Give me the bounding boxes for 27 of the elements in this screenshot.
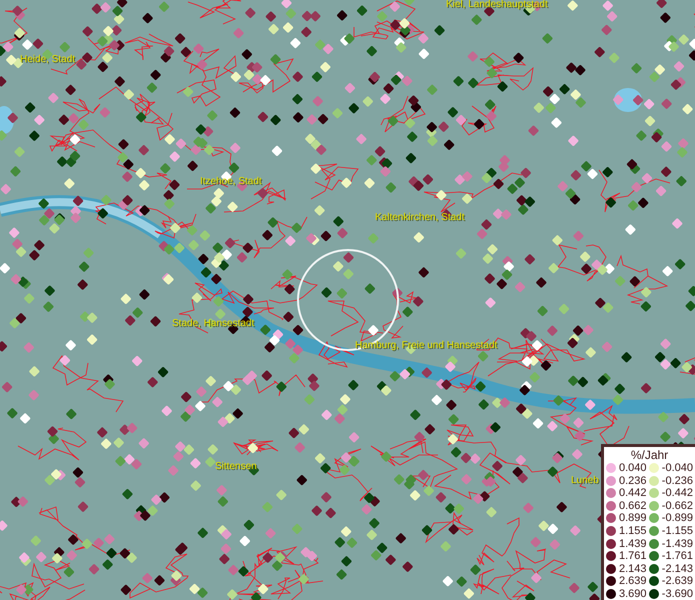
legend-value: -1.439: [662, 538, 693, 550]
legend-value: -1.761: [662, 550, 693, 562]
legend-value: 0.040: [619, 462, 647, 474]
legend-title: %/Jahr: [630, 448, 668, 462]
legend-value: -1.155: [662, 525, 693, 537]
legend-value: 1.761: [619, 550, 647, 562]
legend-value: 1.439: [619, 538, 647, 550]
legend-value: -3.690: [662, 588, 693, 600]
legend-value: -2.143: [662, 562, 693, 575]
legend-value: 1.155: [619, 525, 647, 537]
map-drawing[interactable]: [0, 0, 695, 600]
legend-value: 0.236: [619, 474, 647, 487]
legend-value: 3.690: [619, 588, 647, 600]
legend-value: 2.639: [619, 575, 647, 588]
legend-value: -0.040: [662, 462, 693, 474]
legend-value: -0.899: [662, 512, 693, 524]
place-label: Kiel, Landeshauptstadt: [446, 0, 548, 10]
legend-value: -0.662: [662, 500, 693, 512]
legend-value: -0.236: [662, 474, 693, 487]
legend-value: 0.662: [619, 500, 647, 512]
legend-value: -0.442: [662, 487, 693, 500]
legend-value: -2.639: [662, 575, 693, 588]
place-label: Heide, Stadt: [20, 54, 76, 65]
place-label: Kaltenkirchen, Stadt: [375, 212, 464, 223]
legend-value: 0.442: [619, 487, 647, 500]
legend-value: 2.143: [619, 562, 647, 575]
legend-value: 0.899: [619, 512, 647, 524]
